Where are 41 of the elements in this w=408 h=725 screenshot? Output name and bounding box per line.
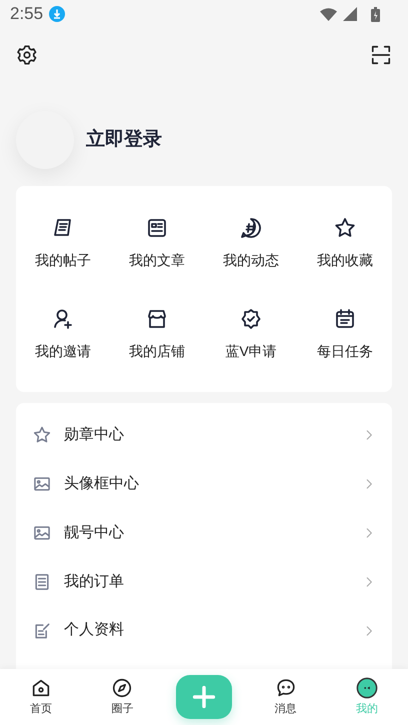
user-plus-icon (51, 307, 75, 331)
scan-button[interactable] (370, 44, 392, 66)
star-icon (333, 216, 357, 240)
shortcut-item[interactable]: 我的店铺 (110, 291, 204, 382)
download-icon (49, 6, 66, 22)
calendar-icon (333, 307, 357, 331)
menu-label: 我的订单 (64, 572, 125, 592)
menu-item[interactable]: 我的订单 (16, 557, 392, 606)
store-icon (145, 307, 169, 331)
menu-item[interactable]: 个人资料 (16, 606, 392, 655)
shortcut-item[interactable]: 我的文章 (110, 200, 204, 291)
shortcut-item[interactable]: 蓝V申请 (204, 291, 298, 382)
tab[interactable]: 消息 (270, 676, 301, 718)
menu-label: 靓号中心 (64, 522, 125, 543)
chat-bubble-icon (274, 676, 297, 699)
menu-item[interactable]: 勋章中心 (16, 411, 392, 460)
shortcut-item[interactable]: 我的邀请 (16, 291, 110, 382)
wifi-icon (320, 8, 337, 20)
status-time: 2:55 (10, 3, 44, 26)
menu-item[interactable]: 靓号中心 (16, 508, 392, 558)
battery-icon (371, 6, 380, 22)
menu-item[interactable]: 头像框中心 (16, 460, 392, 509)
face-icon (356, 676, 378, 699)
menu-label: 勋章中心 (64, 425, 125, 446)
compass-icon (111, 676, 134, 699)
verified-badge-icon (239, 307, 263, 331)
settings-icon (16, 44, 38, 66)
shortcut-item[interactable]: 我的收藏 (298, 200, 392, 291)
signal-icon (343, 7, 357, 21)
login-link[interactable]: 立即登录 (86, 126, 162, 154)
article-icon (145, 216, 169, 240)
tab[interactable]: 首页 (26, 676, 56, 718)
shortcut-item[interactable]: 我的动态 (204, 200, 298, 291)
scan-icon (370, 44, 392, 66)
shortcut-item[interactable]: 我的帖子 (16, 200, 110, 291)
shortcut-item[interactable]: 每日任务 (298, 291, 392, 382)
tab[interactable]: 圈子 (107, 676, 138, 718)
settings-button[interactable] (16, 44, 38, 66)
menu-label: 头像框中心 (64, 474, 140, 494)
menu-label: 个人资料 (64, 620, 125, 640)
star-icon (32, 425, 52, 446)
